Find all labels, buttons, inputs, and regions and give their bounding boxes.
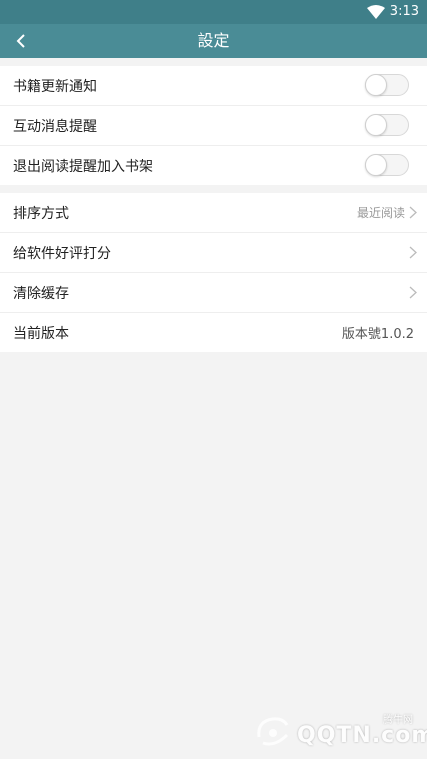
watermark-small: 腾牛网 xyxy=(383,715,413,726)
status-bar: 3:13 xyxy=(0,0,427,24)
interaction-message-toggle[interactable] xyxy=(365,114,409,136)
version-value: 版本號1.0.2 xyxy=(341,327,414,342)
setting-label: 互动消息提醒 xyxy=(13,118,97,135)
watermark-brand: QQTN.com xyxy=(297,723,427,748)
chevron-right-icon xyxy=(409,286,417,299)
setting-row-exit-reading: 退出阅读提醒加入书架 xyxy=(0,146,427,185)
setting-row-clear-cache[interactable]: 清除缓存 xyxy=(0,273,427,313)
sort-order-value: 最近阅读 xyxy=(356,206,405,220)
setting-row-rate-app[interactable]: 给软件好评打分 xyxy=(0,233,427,273)
toggle-knob xyxy=(365,114,387,136)
toggle-knob xyxy=(365,154,387,176)
app-bar: 設定 xyxy=(0,24,427,58)
setting-row-current-version: 当前版本 版本號1.0.2 xyxy=(0,313,427,352)
exit-reading-toggle[interactable] xyxy=(365,154,409,176)
toggle-knob xyxy=(365,74,387,96)
setting-label: 给软件好评打分 xyxy=(13,245,111,262)
setting-row-book-update: 书籍更新通知 xyxy=(0,66,427,106)
setting-label: 当前版本 xyxy=(13,325,69,342)
status-time: 3:13 xyxy=(389,4,419,19)
setting-label: 书籍更新通知 xyxy=(13,78,97,95)
setting-label: 退出阅读提醒加入书架 xyxy=(13,158,153,175)
book-update-toggle[interactable] xyxy=(365,74,409,96)
notification-settings: 书籍更新通知 互动消息提醒 退出阅读提醒加入书架 xyxy=(0,66,427,185)
setting-label: 排序方式 xyxy=(13,205,69,222)
watermark: QQTN.com 腾牛网 xyxy=(249,711,427,753)
setting-row-interaction-message: 互动消息提醒 xyxy=(0,106,427,146)
wifi-icon xyxy=(367,5,385,19)
chevron-right-icon xyxy=(409,206,417,219)
setting-label: 清除缓存 xyxy=(13,285,69,302)
chevron-right-icon xyxy=(409,246,417,259)
setting-row-sort-order[interactable]: 排序方式 最近阅读 xyxy=(0,193,427,233)
page-title: 設定 xyxy=(197,31,230,50)
general-settings: 排序方式 最近阅读 给软件好评打分 清除缓存 当前版本 版本號1.0.2 xyxy=(0,193,427,352)
watermark-logo-icon xyxy=(257,717,289,746)
